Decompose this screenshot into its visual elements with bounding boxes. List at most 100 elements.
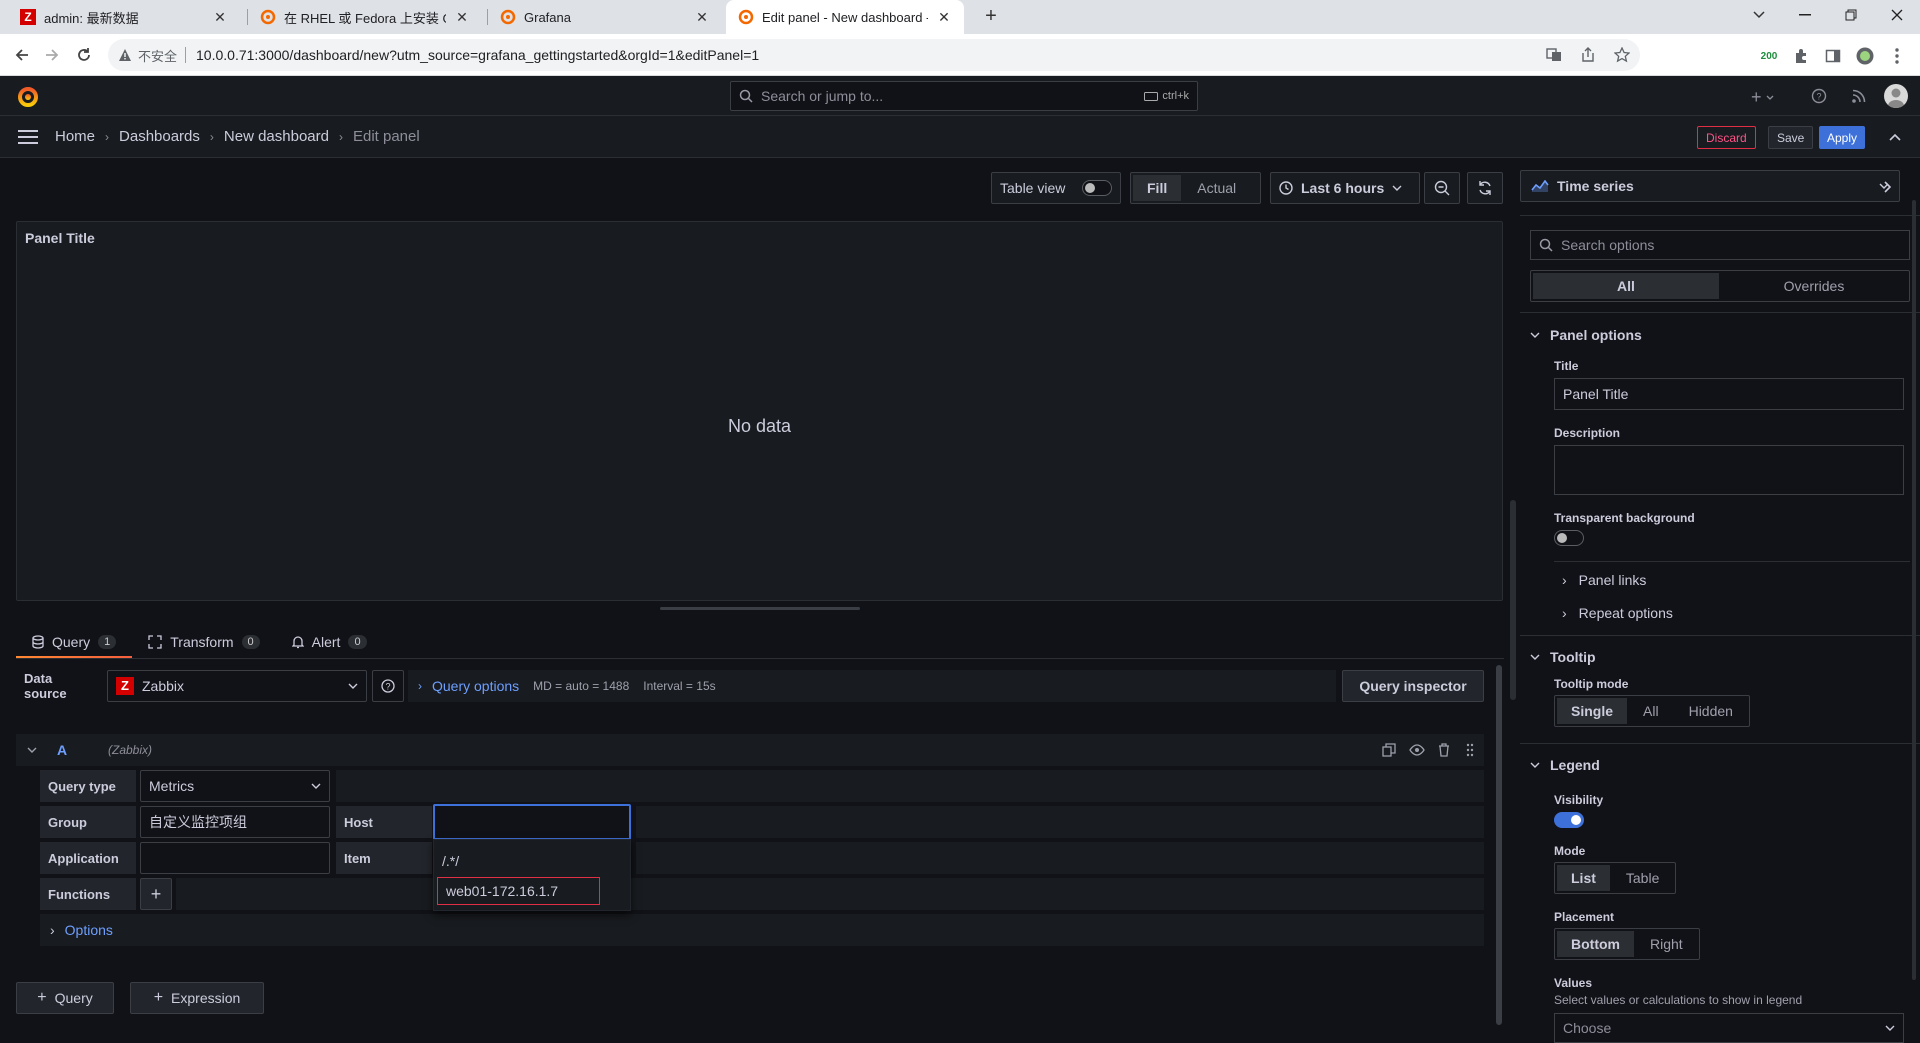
news-rss-icon[interactable] — [1851, 88, 1867, 104]
group-input[interactable]: 自定义监控项组 — [140, 806, 330, 838]
apply-button[interactable]: Apply — [1819, 126, 1866, 149]
new-tab-button[interactable]: + — [978, 5, 1004, 29]
restore-button[interactable] — [1828, 0, 1874, 30]
forward-arrow-icon[interactable] — [40, 43, 64, 67]
tooltip-mode-all[interactable]: All — [1629, 698, 1673, 724]
grafana-logo-icon[interactable] — [16, 85, 40, 109]
legend-values-select[interactable]: Choose — [1554, 1013, 1904, 1043]
zoom-out-button[interactable] — [1424, 172, 1460, 204]
legend-visibility-switch[interactable] — [1554, 812, 1584, 828]
browser-tab-edit-panel[interactable]: Edit panel - New dashboard - G ✕ — [726, 0, 964, 34]
reload-icon[interactable] — [72, 43, 96, 67]
minimize-button[interactable] — [1782, 0, 1828, 30]
query-scrollbar[interactable] — [1496, 665, 1502, 1025]
tab-search-chevron-icon[interactable] — [1736, 0, 1782, 30]
eye-icon[interactable] — [1409, 744, 1425, 756]
extension-badge[interactable]: 200 — [1758, 47, 1780, 65]
legend-placement-bottom[interactable]: Bottom — [1557, 931, 1634, 957]
side-panel-icon[interactable] — [1824, 47, 1842, 65]
close-icon[interactable]: ✕ — [212, 9, 228, 26]
legend-section-header[interactable]: Legend — [1530, 757, 1600, 773]
duplicate-icon[interactable] — [1382, 743, 1396, 757]
pane-resize-handle[interactable] — [660, 607, 860, 610]
host-input[interactable] — [433, 804, 631, 840]
drag-handle-icon[interactable] — [1466, 743, 1474, 757]
search-input[interactable]: Search or jump to... ctrl+k — [730, 81, 1198, 111]
breadcrumb-home[interactable]: Home — [55, 128, 95, 145]
add-expression-button[interactable]: + Expression — [130, 982, 264, 1014]
close-icon[interactable]: ✕ — [694, 9, 710, 26]
title-label: Title — [1554, 359, 1579, 373]
options-search-input[interactable]: Search options — [1530, 230, 1910, 260]
legend-placement-right[interactable]: Right — [1636, 931, 1697, 957]
chevron-down-icon — [1530, 654, 1540, 660]
menu-hamburger-icon[interactable] — [18, 130, 38, 144]
legend-mode-table[interactable]: Table — [1612, 865, 1673, 891]
fill-option[interactable]: Fill — [1133, 175, 1182, 201]
tab-transform[interactable]: Transform 0 — [132, 625, 275, 659]
tab-alert[interactable]: Alert 0 — [276, 625, 383, 659]
host-option-selected[interactable]: web01-172.16.1.7 — [437, 877, 600, 905]
save-button[interactable]: Save — [1768, 126, 1814, 149]
query-type-select[interactable]: Metrics — [140, 770, 330, 802]
tooltip-mode-hidden[interactable]: Hidden — [1675, 698, 1747, 724]
options-toggle[interactable]: Options — [65, 922, 113, 938]
panel-links-section[interactable]: › Panel links — [1562, 572, 1646, 588]
tab-overrides[interactable]: Overrides — [1721, 273, 1907, 299]
query-ref-id[interactable]: A — [57, 742, 67, 758]
tooltip-section-header[interactable]: Tooltip — [1530, 649, 1596, 665]
breadcrumb-new-dashboard[interactable]: New dashboard — [224, 128, 329, 145]
visualization-picker[interactable]: Time series — [1520, 170, 1900, 202]
close-icon[interactable]: ✕ — [454, 9, 470, 26]
close-window-button[interactable] — [1874, 0, 1920, 30]
options-row[interactable]: › Options — [40, 914, 1484, 946]
chevron-up-icon[interactable] — [1889, 133, 1901, 141]
time-range-picker[interactable]: Last 6 hours — [1270, 172, 1420, 204]
browser-tab-zabbix[interactable]: Z admin: 最新数据 ✕ — [8, 0, 240, 34]
add-query-button[interactable]: + Query — [16, 982, 114, 1014]
bookmark-star-icon[interactable] — [1614, 47, 1630, 63]
options-scrollbar[interactable] — [1912, 200, 1916, 980]
browser-tab-grafana[interactable]: Grafana ✕ — [488, 0, 722, 34]
panel-title[interactable]: Panel Title — [25, 230, 95, 246]
tab-all-options[interactable]: All — [1533, 273, 1719, 299]
panel-options-section-header[interactable]: Panel options — [1530, 327, 1642, 343]
collapse-chevron-icon[interactable] — [27, 747, 37, 753]
browser-tab-install-docs[interactable]: 在 RHEL 或 Fedora 上安装 Graf ✕ — [248, 0, 482, 34]
help-icon[interactable]: ? — [1811, 88, 1827, 104]
close-icon[interactable]: ✕ — [936, 9, 952, 26]
table-view-switch[interactable] — [1082, 180, 1112, 196]
panel-title-input[interactable]: Panel Title — [1554, 378, 1904, 410]
trash-icon[interactable] — [1438, 743, 1450, 757]
profile-avatar-icon[interactable] — [1856, 47, 1874, 65]
query-inspector-button[interactable]: Query inspector — [1342, 670, 1484, 702]
query-options-toggle[interactable]: Query options — [432, 678, 519, 694]
refresh-button[interactable] — [1467, 172, 1503, 204]
datasource-select[interactable]: Z Zabbix — [107, 670, 367, 702]
url-bar[interactable]: 不安全 10.0.0.71:3000/dashboard/new?utm_sou… — [108, 39, 1640, 71]
new-plus-menu[interactable]: + — [1751, 87, 1774, 108]
application-input[interactable] — [140, 842, 330, 874]
collapse-options-chevron-icon[interactable] — [1884, 181, 1892, 193]
repeat-options-section[interactable]: › Repeat options — [1562, 605, 1673, 621]
browser-menu-icon[interactable] — [1888, 47, 1906, 65]
tab-query[interactable]: Query 1 — [16, 625, 133, 659]
tooltip-mode-single[interactable]: Single — [1557, 698, 1628, 724]
discard-button[interactable]: Discard — [1697, 126, 1756, 149]
host-option[interactable]: /.*/ — [434, 846, 632, 876]
legend-mode-list[interactable]: List — [1557, 865, 1610, 891]
user-avatar[interactable] — [1884, 84, 1908, 108]
description-textarea[interactable] — [1554, 445, 1904, 495]
translate-icon[interactable] — [1546, 47, 1562, 63]
back-arrow-icon[interactable] — [10, 43, 34, 67]
extensions-puzzle-icon[interactable] — [1792, 47, 1810, 65]
breadcrumb-dashboards[interactable]: Dashboards — [119, 128, 200, 145]
add-function-button[interactable]: + — [140, 878, 172, 910]
table-view-toggle[interactable]: Table view — [991, 172, 1121, 204]
share-icon[interactable] — [1580, 47, 1596, 63]
datasource-help-button[interactable]: ? — [372, 670, 404, 702]
legend-values-label: Values — [1554, 976, 1593, 990]
actual-option[interactable]: Actual — [1183, 175, 1250, 201]
transparent-background-switch[interactable] — [1554, 530, 1584, 546]
pane-scrollbar[interactable] — [1510, 500, 1516, 700]
